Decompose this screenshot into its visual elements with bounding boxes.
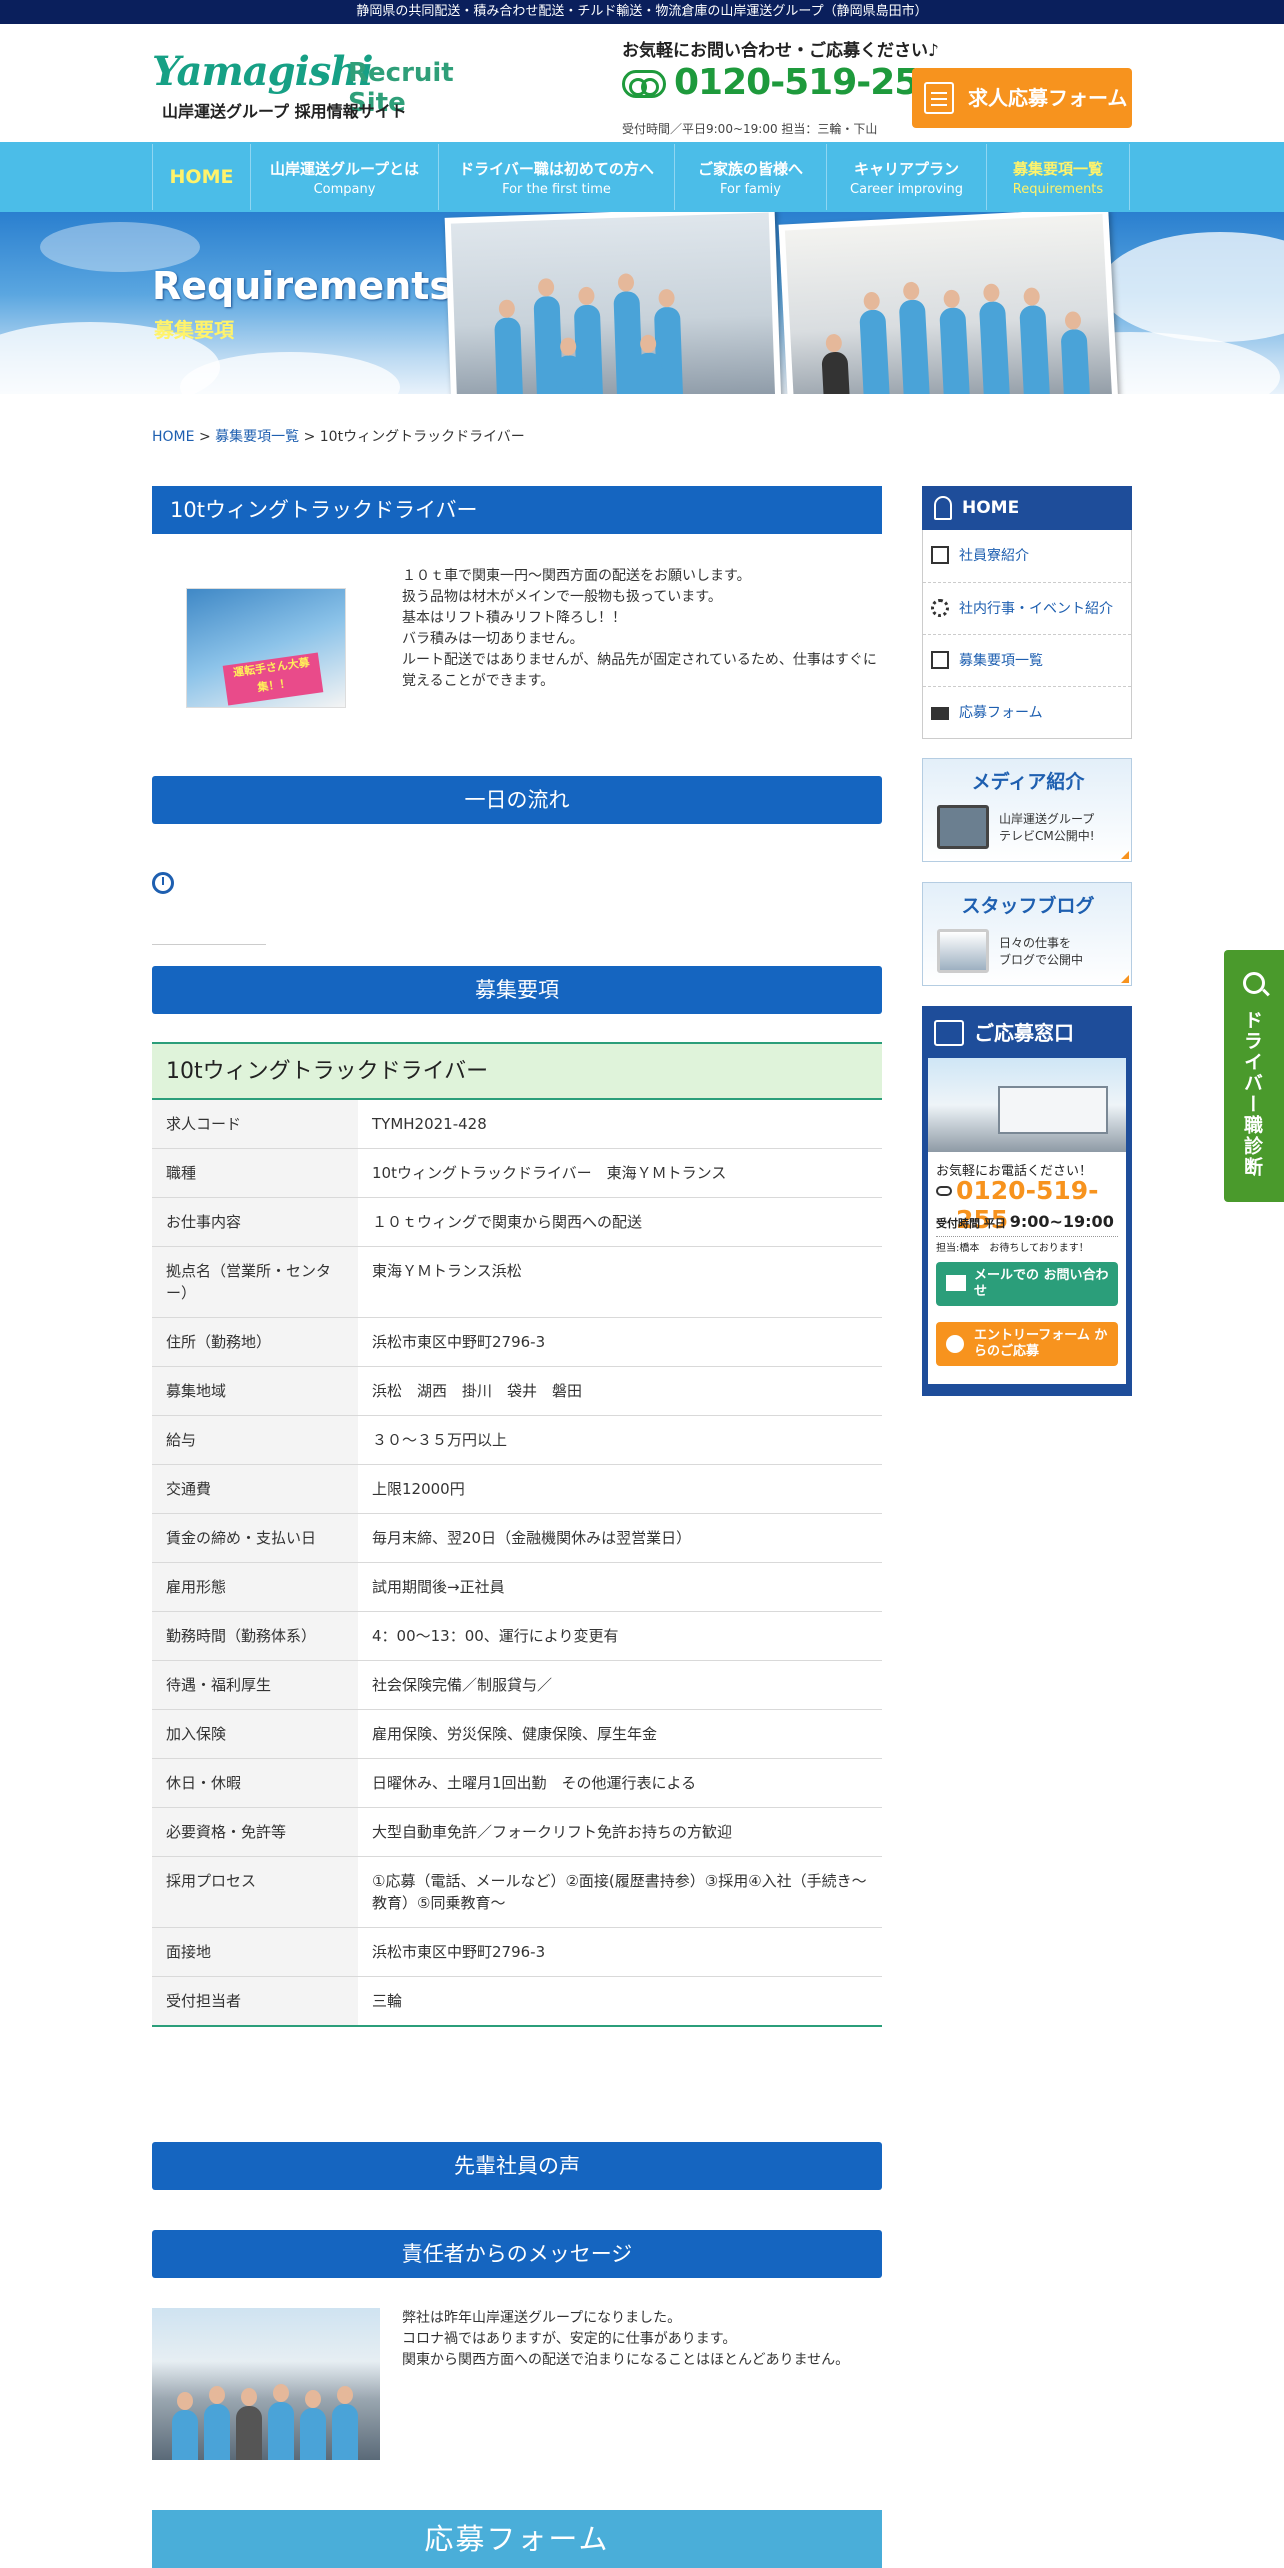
section-manager-message: 責任者からのメッセージ — [152, 2230, 882, 2278]
person-icon — [946, 1335, 964, 1353]
breadcrumb-requirements[interactable]: 募集要項一覧 — [215, 429, 299, 445]
requirements-table-title: 10tウィングトラックドライバー — [152, 1042, 882, 1098]
apply-form-button[interactable]: 求人応募フォーム — [912, 68, 1132, 128]
house-icon — [931, 546, 949, 564]
table-row: 募集地域 浜松 湖西 掛川 袋井 磐田 — [152, 1366, 882, 1416]
table-row: 雇用形態 試用期間後→正社員 — [152, 1562, 882, 1612]
intro-text: １０ｔ車で関東一円～関西方面の配送をお願いします。 扱う品物は材木がメインで一般… — [402, 568, 877, 689]
table-row: 拠点名（営業所・センター） 東海ＹＭトランス浜松 — [152, 1246, 882, 1318]
manager-group-photo — [152, 2308, 380, 2460]
sidebar-item-dormitory[interactable]: 社員寮紹介 — [923, 530, 1131, 582]
staff-blog-banner[interactable]: スタッフブログ 日々の仕事を ブログで公開中 — [922, 882, 1132, 986]
table-row: 交通費 上限12000円 — [152, 1464, 882, 1514]
logo-subtitle: 山岸運送グループ 採用情報サイト — [162, 102, 407, 121]
site-header: Yamagishi Recruit Site 山岸運送グループ 採用情報サイト … — [0, 24, 1284, 142]
global-nav: HOME 山岸運送グループとは Company ドライバー職は初めての方へ Fo… — [0, 142, 1284, 212]
email-inquiry-button[interactable]: メールでの お問い合わせ — [936, 1262, 1118, 1306]
breadcrumb-home[interactable]: HOME — [152, 429, 194, 445]
manager-message-text: 弊社は昨年山岸運送グループになりました。 コロナ禍ではありますが、安定的に仕事が… — [402, 2310, 850, 2368]
page-hero: Requirements 募集要項 — [0, 212, 1284, 394]
sidebar-item-apply-form[interactable]: 応募フォーム — [923, 686, 1131, 738]
mail-icon — [931, 707, 949, 720]
arrow-icon — [1121, 851, 1129, 859]
id-card-icon — [934, 1020, 964, 1046]
entry-form-button[interactable]: エントリーフォーム からのご応募 — [936, 1322, 1118, 1366]
form-icon — [924, 82, 954, 114]
divider — [152, 944, 266, 945]
requirements-table: 10tウィングトラックドライバー 求人コード TYMH2021-428 職種 10t… — [152, 1042, 882, 2027]
hero-title: Requirements — [152, 264, 453, 308]
intro-banner: 運転手さん大募集！！ — [222, 652, 324, 706]
nav-item-home[interactable]: HOME — [152, 144, 250, 210]
hero-subtitle: 募集要項 — [154, 318, 234, 342]
table-row: 給与 ３０～３５万円以上 — [152, 1415, 882, 1465]
table-row: お仕事内容 １０ｔウィングで関東から関西への配送 — [152, 1197, 882, 1247]
office-photo — [928, 1058, 1126, 1152]
home-icon — [934, 496, 952, 520]
table-row: 賃金の締め・支払い日 毎月末締、翌20日（金融機関休みは翌営業日） — [152, 1513, 882, 1563]
section-daily-flow: 一日の流れ — [152, 776, 882, 824]
search-icon — [1243, 972, 1265, 994]
logo-wordmark: Yamagishi — [152, 48, 374, 95]
table-row: 住所（勤務地） 浜松市東区中野町2796-3 — [152, 1317, 882, 1367]
driver-diagnosis-tab[interactable]: ドライバー職診断 — [1224, 950, 1284, 1202]
arrow-icon — [1121, 975, 1129, 983]
tv-icon — [937, 805, 989, 849]
sidebar-item-requirements[interactable]: 募集要項一覧 — [923, 634, 1131, 686]
application-contact-box: ご応募窓口 お気軽にお電話ください！ 0120-519-255 受付時間 平日 … — [922, 1006, 1132, 1396]
top-strip-text: 静岡県の共同配送・積み合わせ配送・チルド輸送・物流倉庫の山岸運送グループ（静岡県… — [356, 4, 928, 19]
truck-thumbnail — [937, 929, 989, 973]
section-requirements: 募集要項 — [152, 966, 882, 1014]
table-row: 面接地 浜松市東区中野町2796-3 — [152, 1927, 882, 1977]
header-phone-number[interactable]: 0120-519-255 — [674, 62, 943, 103]
contact-lead: お気軽にお問い合わせ・ご応募ください♪ — [622, 41, 939, 61]
section-apply-form: 応募フォーム — [152, 2510, 882, 2568]
nav-item-company[interactable]: 山岸運送グループとは Company — [250, 144, 438, 210]
page-title: 10tウィングトラックドライバー — [152, 486, 882, 534]
nav-item-requirements[interactable]: 募集要項一覧 Requirements — [986, 144, 1130, 210]
sidebar-menu: 社員寮紹介 社内行事・イベント紹介 募集要項一覧 応募フォーム — [922, 530, 1132, 739]
loading-icon — [152, 872, 174, 894]
table-row: 待遇・福利厚生 社会保険完備／制服貸与／ — [152, 1660, 882, 1710]
nav-item-family[interactable]: ご家族の皆様へ For famiy — [674, 144, 826, 210]
nav-item-career[interactable]: キャリアプラン Career improving — [826, 144, 986, 210]
edit-icon — [931, 651, 949, 669]
table-row: 受付担当者 三輪 — [152, 1976, 882, 2026]
nav-item-first-time[interactable]: ドライバー職は初めての方へ For the first time — [438, 144, 674, 210]
top-strip: 静岡県の共同配送・積み合わせ配送・チルド輸送・物流倉庫の山岸運送グループ（静岡県… — [0, 0, 1284, 24]
table-row: 勤務時間（勤務体系） 4：00～13：00、運行により変更有 — [152, 1611, 882, 1661]
header-contact: お気軽にお問い合わせ・ご応募ください♪ 0120-519-255 受付時間／平日… — [622, 36, 1142, 136]
table-row: 採用プロセス ①応募（電話、メールなど）②面接(履歴書持参）③採用④入社（手続き～… — [152, 1856, 882, 1928]
header-hours: 受付時間／平日9:00~19:00 担当：三輪・下山 — [622, 122, 878, 136]
table-row: 求人コード TYMH2021-428 — [152, 1098, 882, 1149]
breadcrumb-current: 10tウィングトラックドライバー — [319, 429, 525, 445]
contact-box-title: ご応募窓口 — [974, 1021, 1074, 1045]
site-logo[interactable]: Yamagishi Recruit Site 山岸運送グループ 採用情報サイト — [152, 48, 512, 128]
freedial-icon — [622, 70, 666, 98]
freedial-icon — [936, 1186, 952, 1196]
gear-icon — [931, 599, 949, 617]
media-banner[interactable]: メディア紹介 山岸運送グループ テレビCM公開中! — [922, 758, 1132, 862]
table-row: 加入保険 雇用保険、労災保険、健康保険、厚生年金 — [152, 1709, 882, 1759]
apply-form-label: 求人応募フォーム — [968, 86, 1128, 110]
table-row: 休日・休暇 日曜休み、土曜月1回出勤 その他運行表による — [152, 1758, 882, 1808]
sidebar-home-link[interactable]: HOME — [922, 486, 1132, 530]
section-staff-voice: 先輩社員の声 — [152, 2142, 882, 2190]
intro-image: 運転手さん大募集！！ — [186, 588, 346, 708]
sidebar-item-events[interactable]: 社内行事・イベント紹介 — [923, 582, 1131, 634]
mail-icon — [946, 1275, 966, 1291]
table-row: 必要資格・免許等 大型自動車免許／フォークリフト免許お持ちの方歓迎 — [152, 1807, 882, 1857]
hero-photo-drivers — [444, 212, 782, 394]
breadcrumb: HOME > 募集要項一覧 > 10tウィングトラックドライバー — [152, 429, 525, 445]
table-row: 職種 10tウィングトラックドライバー 東海ＹＭトランス — [152, 1148, 882, 1198]
hero-photo-staff — [778, 212, 1120, 394]
